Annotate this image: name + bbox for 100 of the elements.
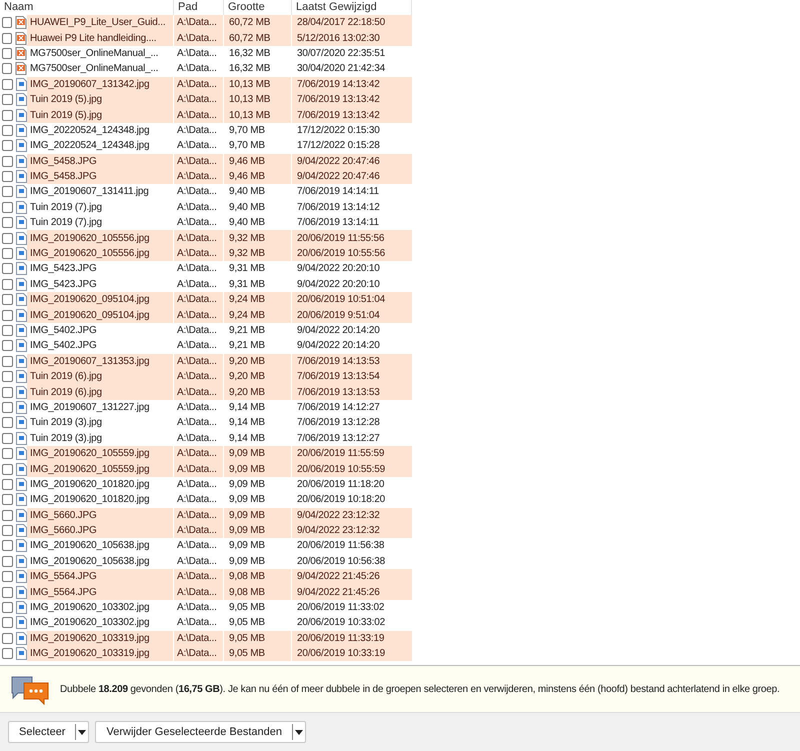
checkbox[interactable]	[2, 110, 13, 121]
modified-date: 7/06/2019 13:14:12	[296, 200, 381, 215]
modified-date: 30/04/2020 21:42:34	[296, 62, 386, 76]
image-file-icon	[16, 247, 27, 260]
modified-date: 7/06/2019 14:12:27	[296, 400, 381, 415]
image-file-icon	[16, 354, 27, 368]
image-file-icon	[16, 170, 27, 184]
modified-date: 9/04/2022 21:45:26	[296, 570, 381, 584]
image-file-icon	[16, 78, 27, 91]
image-file-icon	[16, 308, 27, 322]
modified-date: 20/06/2019 11:33:02	[296, 601, 386, 616]
split-button[interactable]: Selecteer	[8, 721, 90, 743]
image-file-icon	[16, 586, 27, 599]
checkbox[interactable]	[2, 156, 13, 167]
modified-date: 7/06/2019 13:13:54	[296, 370, 381, 384]
modified-date: 28/04/2017 22:18:50	[296, 16, 386, 30]
info-message: Dubbele 18.209 gevonden (16,75 GB). Je kan nu één of meer dubbele in de groepen selecteren en verwijderen, minstens één (hoofd) bestand achterlatend in elke groep.	[60, 682, 780, 696]
image-file-icon	[16, 462, 27, 476]
checkbox[interactable]	[2, 586, 13, 598]
caret-icon	[76, 728, 88, 736]
checkbox[interactable]	[2, 478, 13, 490]
image-file-icon	[16, 508, 27, 522]
image-file-icon	[16, 632, 27, 645]
checkbox[interactable]	[2, 17, 12, 28]
checkbox[interactable]	[2, 278, 13, 290]
checkbox[interactable]	[2, 94, 13, 106]
modified-date: 9/04/2022 20:20:10	[296, 278, 381, 292]
checkbox[interactable]	[2, 294, 13, 306]
image-file-icon	[16, 524, 27, 538]
checkbox[interactable]	[2, 78, 13, 90]
modified-date: 7/06/2019 13:14:11	[296, 216, 380, 230]
checkbox[interactable]	[2, 63, 12, 74]
image-file-icon	[16, 370, 27, 384]
modified-date: 7/06/2019 14:13:53	[296, 354, 381, 369]
checkbox[interactable]	[2, 602, 13, 614]
image-file-icon	[16, 447, 27, 460]
checkbox[interactable]	[2, 340, 13, 352]
checkbox[interactable]	[2, 571, 13, 582]
modified-date: 20/06/2019 11:55:59	[296, 447, 386, 462]
modified-date: 20/06/2019 9:51:04	[296, 308, 381, 323]
checkbox[interactable]	[2, 617, 13, 628]
checkbox[interactable]	[2, 310, 13, 321]
image-file-icon	[16, 293, 27, 306]
modified-date: 7/06/2019 13:12:28	[296, 416, 381, 430]
modified-date: 30/07/2020 22:35:51	[296, 46, 386, 61]
modified-date: 17/12/2022 0:15:28	[296, 139, 381, 154]
checkbox[interactable]	[2, 371, 13, 382]
modified-date: 20/06/2019 10:56:38	[296, 554, 386, 569]
modified-date: 7/06/2019 14:13:42	[296, 78, 381, 92]
image-file-icon	[16, 154, 27, 168]
checkbox[interactable]	[2, 202, 13, 213]
checkbox[interactable]	[2, 417, 13, 428]
modified-date: 7/06/2019 13:13:42	[296, 93, 381, 108]
checkbox[interactable]	[2, 632, 13, 644]
checkbox[interactable]	[2, 525, 13, 536]
checkbox[interactable]	[2, 448, 13, 460]
checkbox[interactable]	[2, 386, 13, 398]
checkbox[interactable]	[2, 402, 13, 413]
checkbox[interactable]	[2, 356, 13, 367]
modified-date: 5/12/2016 13:02:30	[296, 32, 381, 46]
modified-date: 9/04/2022 20:14:20	[296, 339, 381, 354]
modified-date: 20/06/2019 10:55:56	[296, 247, 386, 262]
modified-date: 20/06/2019 11:55:56	[296, 232, 386, 246]
checkbox[interactable]	[2, 263, 13, 274]
modified-date: 17/12/2022 0:15:30	[296, 124, 381, 138]
checkbox[interactable]	[2, 140, 13, 152]
modified-date: 7/06/2019 13:13:53	[296, 386, 381, 400]
modified-date: 9/04/2022 23:12:32	[296, 508, 381, 523]
pdf-file-icon	[15, 32, 27, 45]
checkbox[interactable]	[2, 510, 13, 521]
checkbox[interactable]	[2, 124, 13, 136]
checkbox[interactable]	[2, 248, 13, 260]
checkbox[interactable]	[2, 217, 13, 228]
modified-date: 7/06/2019 14:14:11	[296, 185, 380, 200]
file-path: A:\Data...	[174, 646, 224, 662]
checkbox[interactable]	[2, 540, 13, 552]
checkbox[interactable]	[2, 48, 12, 59]
modified-date: 20/06/2019 11:56:38	[296, 539, 386, 554]
file-name: IMG_20190620_103319.jpg	[27, 646, 174, 662]
file-size: 9,05 MB	[224, 646, 292, 662]
checkbox[interactable]	[2, 464, 13, 475]
checkbox[interactable]	[2, 648, 13, 660]
checkbox[interactable]	[2, 32, 12, 44]
modified-date: 20/06/2019 10:33:19	[296, 647, 386, 662]
modified-date: 20/06/2019 11:33:19	[296, 632, 386, 646]
modified-date: 20/06/2019 10:33:02	[296, 616, 386, 630]
image-file-icon	[16, 232, 27, 245]
modified-date: 9/04/2022 20:20:10	[296, 262, 381, 276]
checkbox[interactable]	[2, 325, 13, 336]
modified-date: 7/06/2019 13:12:27	[296, 432, 381, 446]
modified-date: 20/06/2019 10:51:04	[296, 293, 386, 308]
modified-date: 20/06/2019 10:55:59	[296, 462, 386, 477]
checkbox[interactable]	[2, 494, 13, 506]
split-button[interactable]: Verwijder Geselecteerde Bestanden	[95, 721, 306, 743]
checkbox[interactable]	[2, 432, 13, 444]
modified-date: 20/06/2019 11:18:20	[296, 478, 386, 492]
checkbox[interactable]	[2, 232, 13, 244]
checkbox[interactable]	[2, 171, 13, 182]
checkbox[interactable]	[2, 556, 13, 567]
checkbox[interactable]	[2, 186, 13, 198]
